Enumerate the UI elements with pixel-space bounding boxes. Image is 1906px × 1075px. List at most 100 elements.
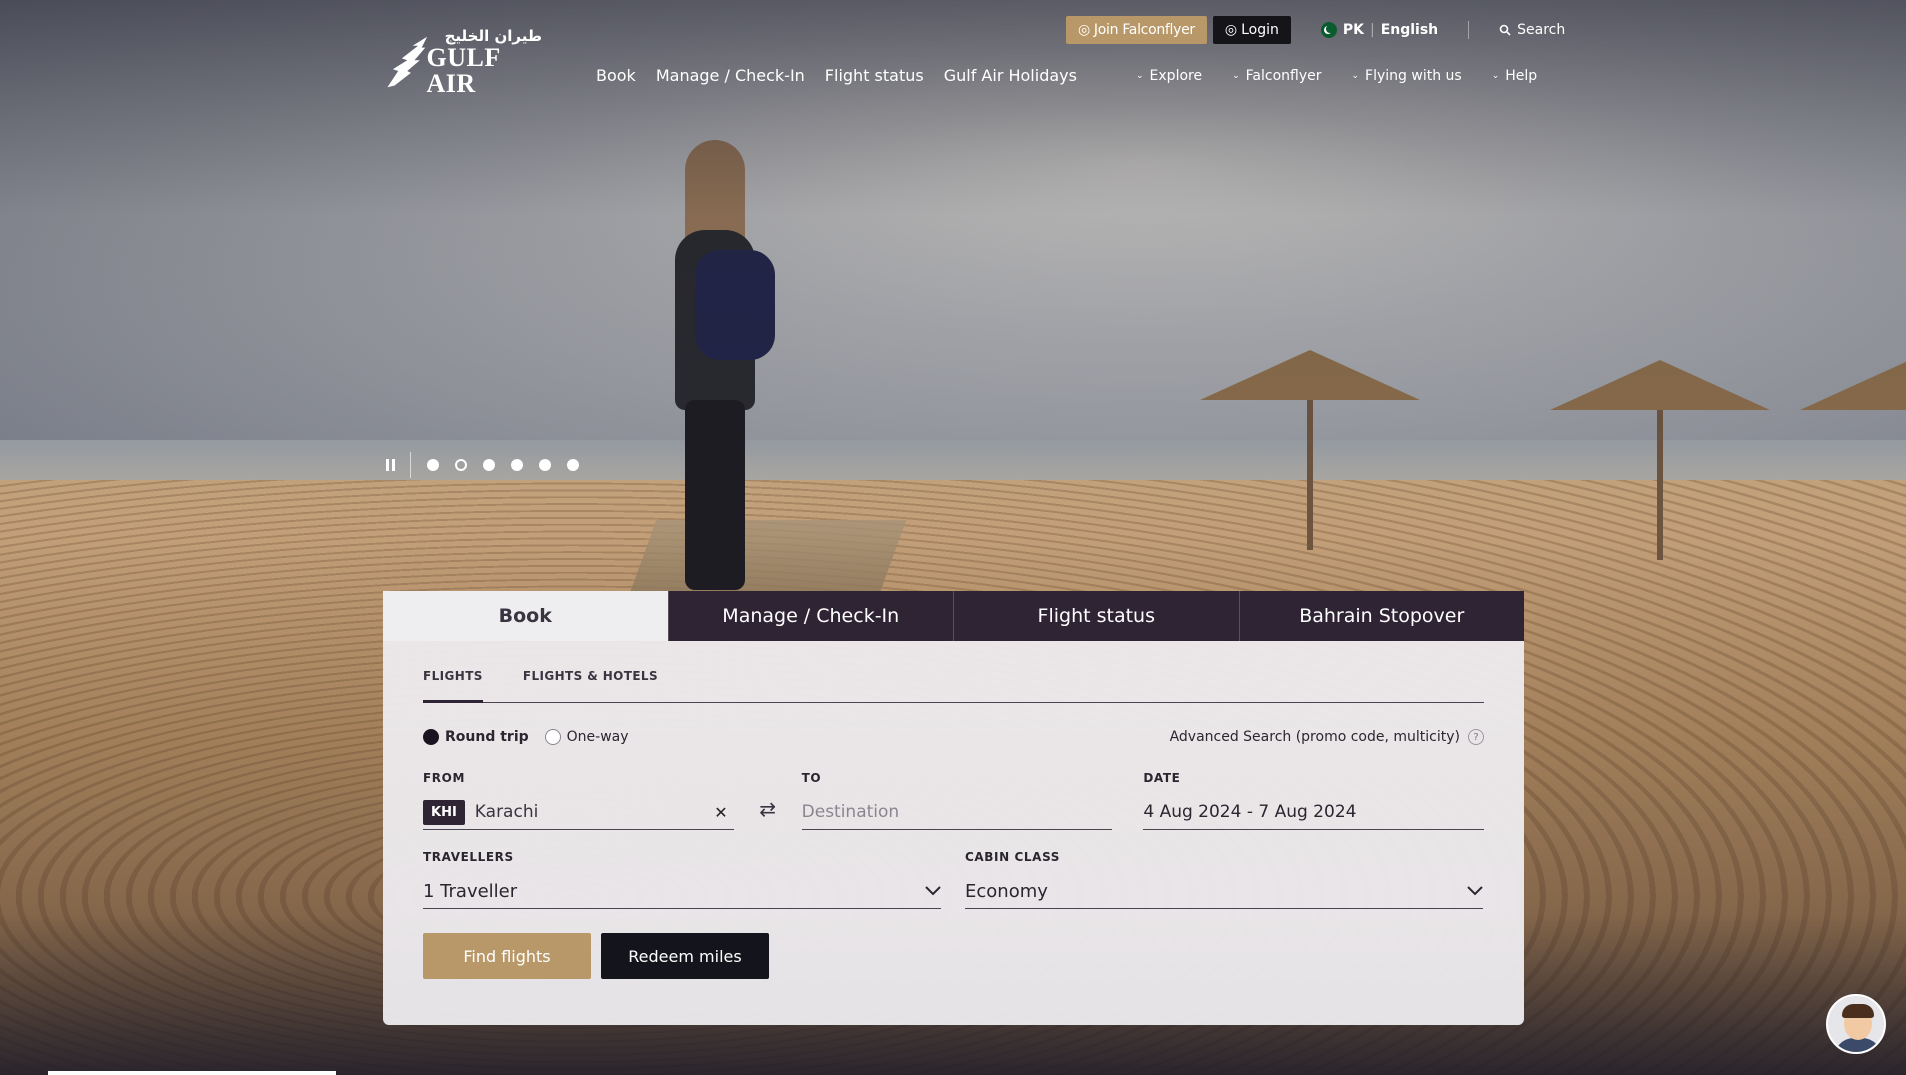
route-fields-row: FROM KHI Karachi ✕ ⇄ TO Destination DATE [423,771,1485,830]
chevron-down-icon: ⌄ [1232,71,1240,81]
carousel-dot[interactable] [427,459,439,471]
advanced-search-link[interactable]: Advanced Search (promo code, multicity) … [1170,729,1484,745]
nav-gulf-air-holidays[interactable]: Gulf Air Holidays [944,66,1077,85]
advanced-search-label: Advanced Search (promo code, multicity) [1169,729,1460,745]
join-falconflyer-button[interactable]: ◎ Join Falconflyer [1066,16,1207,44]
nav-manage-check-in[interactable]: Manage / Check-In [656,66,805,85]
travellers-label: TRAVELLERS [423,850,514,864]
booking-actions: Find flights Redeem miles [423,933,1484,979]
subtab-flights-hotels[interactable]: FLIGHTS & HOTELS [523,667,658,702]
swap-icon[interactable]: ⇄ [734,771,802,821]
radio-circle [544,729,561,745]
language-label: English [1380,22,1439,38]
cabin-class-select[interactable]: Economy [965,874,1483,909]
search-icon [1499,24,1511,36]
nav-falconflyer[interactable]: ⌄ Falconflyer [1232,68,1321,84]
carousel-controls [386,452,579,478]
travellers-value: 1 Traveller [423,880,518,902]
nav-help-label: Help [1505,68,1538,84]
cabin-class-value: Economy [965,880,1048,902]
clear-icon[interactable]: ✕ [714,803,727,822]
falcon-icon [387,36,428,88]
search-link[interactable]: Search [1499,22,1565,38]
radio-circle [423,729,439,745]
date-field: DATE 4 Aug 2024 - 7 Aug 2024 [1143,771,1485,830]
logo-text: طيران الخليج GULF AIR [427,27,542,97]
bottom-strip [48,1071,336,1075]
nav-flight-status[interactable]: Flight status [825,66,924,85]
pakistan-flag-icon [1320,22,1337,38]
date-label: DATE [1143,771,1181,785]
secondary-nav: ⌄ Explore ⌄ Falconflyer ⌄ Flying with us ⌄ H… [1136,68,1537,84]
pause-icon[interactable] [386,459,398,471]
travellers-select[interactable]: 1 Traveller [423,874,941,909]
tab-manage-check-in[interactable]: Manage / Check-In [667,591,953,641]
carousel-dot[interactable] [567,459,579,471]
trip-type-radios: Round trip One-way [423,729,629,745]
carousel-dots [427,459,579,471]
tab-book[interactable]: Book [383,591,668,641]
travellers-field: TRAVELLERS 1 Traveller [423,850,941,909]
locale-separator: | [1369,22,1375,38]
date-input[interactable]: 4 Aug 2024 - 7 Aug 2024 [1143,795,1485,830]
nav-explore[interactable]: ⌄ Explore [1136,68,1202,84]
radio-round-trip[interactable]: Round trip [423,729,529,745]
chevron-down-icon [925,886,941,896]
carousel-dot[interactable] [511,459,523,471]
find-flights-button[interactable]: Find flights [423,933,591,979]
user-circle-icon: ◎ [1078,22,1090,38]
nav-flying-with-us[interactable]: ⌄ Flying with us [1352,68,1462,84]
trip-type-row: Round trip One-way Advanced Search (prom… [423,729,1484,745]
primary-nav: Book Manage / Check-In Flight status Gul… [596,66,1077,85]
to-label: TO [801,771,822,785]
to-placeholder: Destination [801,802,900,822]
carousel-dot[interactable] [483,459,495,471]
booking-tabs: Book Manage / Check-In Flight status Bahrai… [383,591,1524,641]
nav-flying-with-us-label: Flying with us [1365,68,1462,84]
chevron-down-icon: ⌄ [1136,71,1144,81]
from-value: KHI Karachi [423,799,539,825]
carousel-dot[interactable] [455,459,467,471]
gulf-air-logo[interactable]: طيران الخليج GULF AIR [382,27,542,97]
tab-flight-status[interactable]: Flight status [953,591,1239,641]
cabin-class-field: CABIN CLASS Economy [965,850,1483,909]
tab-bahrain-stopover[interactable]: Bahrain Stopover [1238,591,1524,641]
search-label: Search [1517,22,1566,38]
utility-bar: ◎ Join Falconflyer ◎ Login PK | English … [1066,15,1565,45]
join-label: Join Falconflyer [1093,22,1195,38]
airport-code-chip: KHI [423,799,465,825]
booking-panel: FLIGHTS FLIGHTS & HOTELS Round trip One-… [383,641,1524,1025]
cabin-class-label: CABIN CLASS [965,850,1061,864]
nav-explore-label: Explore [1149,68,1203,84]
chat-assistant-avatar[interactable] [1826,994,1886,1054]
nav-book[interactable]: Book [596,66,636,85]
from-city: Karachi [474,802,539,822]
chevron-down-icon: ⌄ [1491,71,1500,81]
utility-divider [1468,21,1470,39]
booking-widget: Book Manage / Check-In Flight status Bahrai… [383,591,1524,1025]
login-label: Login [1241,22,1279,38]
date-value: 4 Aug 2024 - 7 Aug 2024 [1143,802,1357,822]
subtab-flights[interactable]: FLIGHTS [423,667,483,703]
from-input[interactable]: KHI Karachi ✕ [423,795,734,830]
user-circle-icon: ◎ [1224,22,1238,38]
passenger-fields-row: TRAVELLERS 1 Traveller CABIN CLASS Econo… [423,850,1484,909]
radio-one-way-label: One-way [566,729,629,745]
to-input[interactable]: Destination [801,795,1113,830]
chevron-down-icon: ⌄ [1351,71,1360,81]
login-button[interactable]: ◎ Login [1212,16,1291,44]
carousel-dot[interactable] [539,459,551,471]
from-field: FROM KHI Karachi ✕ [423,771,734,830]
from-label: FROM [423,771,465,785]
redeem-miles-button[interactable]: Redeem miles [601,933,769,979]
to-field: TO Destination [801,771,1113,830]
radio-one-way[interactable]: One-way [544,729,629,745]
nav-help[interactable]: ⌄ Help [1492,68,1537,84]
booking-subtabs: FLIGHTS FLIGHTS & HOTELS [423,667,1484,703]
carousel-separator [410,452,411,478]
locale-selector[interactable]: PK | English [1320,22,1439,38]
help-question-icon[interactable]: ? [1468,729,1484,745]
country-code: PK [1342,22,1364,38]
logo-english: GULF AIR [426,43,500,98]
radio-round-trip-label: Round trip [445,729,529,745]
